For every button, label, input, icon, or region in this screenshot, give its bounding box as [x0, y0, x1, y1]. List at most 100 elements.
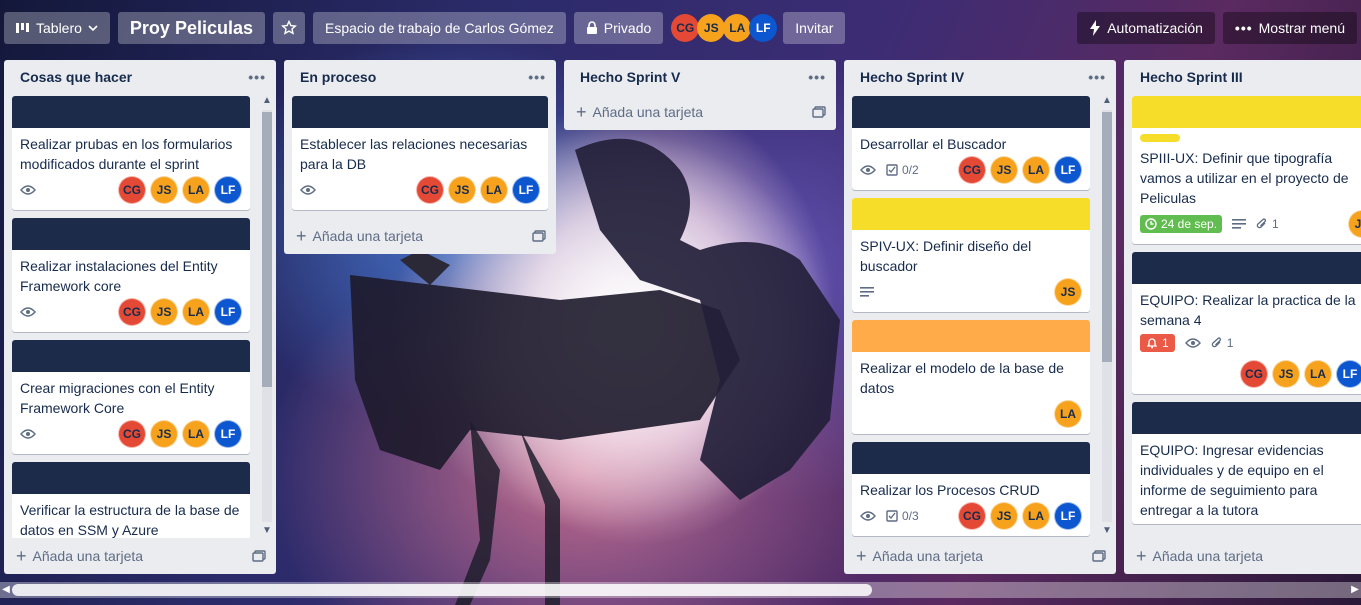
- list-menu-icon[interactable]: •••: [808, 69, 826, 85]
- avatar[interactable]: JS: [1054, 278, 1082, 306]
- avatar[interactable]: LF: [749, 14, 778, 42]
- add-card-label: Añada una tarjeta: [592, 104, 704, 120]
- attachment-badge: 1: [1211, 336, 1233, 350]
- avatar[interactable]: JS: [990, 502, 1018, 530]
- due-date-badge[interactable]: 24 de sep.: [1140, 215, 1223, 233]
- list-menu-icon[interactable]: •••: [528, 69, 546, 85]
- list-scrollbar[interactable]: ▲ ▼: [1100, 94, 1114, 538]
- scroll-right-icon[interactable]: ▶: [1349, 582, 1361, 598]
- avatar[interactable]: JS: [1348, 210, 1361, 238]
- card-title: Realizar instalaciones del Entity Framew…: [20, 258, 218, 294]
- visibility-button[interactable]: Privado: [573, 12, 664, 44]
- star-board-button[interactable]: [273, 12, 305, 44]
- list-title[interactable]: Cosas que hacer: [20, 69, 132, 85]
- avatar[interactable]: CG: [1240, 360, 1268, 388]
- card-template-icon[interactable]: [532, 230, 546, 242]
- avatar[interactable]: CG: [671, 14, 700, 42]
- avatar[interactable]: LA: [182, 298, 210, 326]
- card[interactable]: EQUIPO: Realizar la practica de la seman…: [1132, 252, 1361, 394]
- card[interactable]: Establecer las relaciones necesarias par…: [292, 96, 548, 210]
- board-title-button[interactable]: Proy Peliculas: [117, 12, 265, 44]
- checklist-count: 0/2: [902, 163, 919, 177]
- avatar[interactable]: LA: [182, 420, 210, 448]
- avatar[interactable]: LA: [480, 176, 508, 204]
- card-cover: [852, 442, 1090, 474]
- avatar[interactable]: LF: [1054, 502, 1082, 530]
- avatar[interactable]: CG: [118, 298, 146, 326]
- scrollbar-thumb[interactable]: [12, 584, 872, 596]
- avatar[interactable]: LF: [1054, 156, 1082, 184]
- checklist-icon: [886, 510, 898, 522]
- list-hecho-sprint-v: Hecho Sprint V ••• + Añada una tarjeta: [564, 60, 836, 130]
- avatar[interactable]: LF: [214, 298, 242, 326]
- avatar[interactable]: JS: [697, 14, 726, 42]
- card[interactable]: Realizar prubas en los formularios modif…: [12, 96, 250, 210]
- card-template-icon[interactable]: [1092, 550, 1106, 562]
- add-card-button[interactable]: + Añada una tarjeta: [844, 538, 1116, 574]
- list-title[interactable]: Hecho Sprint III: [1140, 69, 1243, 85]
- avatar[interactable]: CG: [416, 176, 444, 204]
- add-card-button[interactable]: + Añada una tarjeta: [564, 94, 836, 130]
- list-cards: Realizar prubas en los formularios modif…: [4, 94, 276, 538]
- card-template-icon[interactable]: [812, 106, 826, 118]
- list-title[interactable]: En proceso: [300, 69, 376, 85]
- avatar[interactable]: CG: [958, 156, 986, 184]
- avatar[interactable]: LA: [1304, 360, 1332, 388]
- avatar[interactable]: LF: [1336, 360, 1361, 388]
- invite-button[interactable]: Invitar: [783, 12, 846, 44]
- avatar[interactable]: CG: [118, 176, 146, 204]
- avatar[interactable]: LA: [1054, 400, 1082, 428]
- scroll-up-icon[interactable]: ▲: [1100, 94, 1114, 108]
- avatar[interactable]: LF: [214, 176, 242, 204]
- avatar[interactable]: JS: [150, 298, 178, 326]
- add-card-button[interactable]: + Añada una tarjeta: [284, 218, 556, 254]
- list-menu-icon[interactable]: •••: [1088, 69, 1106, 85]
- list-title[interactable]: Hecho Sprint V: [580, 69, 680, 85]
- scroll-left-icon[interactable]: ◀: [0, 582, 12, 598]
- avatar[interactable]: LA: [1022, 502, 1050, 530]
- list-scrollbar[interactable]: ▲ ▼: [260, 94, 274, 538]
- card[interactable]: SPIII-UX: Definir que tipografía vamos a…: [1132, 96, 1361, 244]
- card-title: EQUIPO: Realizar la practica de la seman…: [1140, 292, 1356, 328]
- list-title[interactable]: Hecho Sprint IV: [860, 69, 964, 85]
- add-card-button[interactable]: + Añada una tarjeta: [4, 538, 276, 574]
- avatar[interactable]: LA: [182, 176, 210, 204]
- scroll-up-icon[interactable]: ▲: [260, 94, 274, 108]
- description-icon: [1232, 219, 1247, 229]
- avatar[interactable]: LF: [512, 176, 540, 204]
- avatar[interactable]: LA: [1022, 156, 1050, 184]
- card[interactable]: Realizar el modelo de la base de datos L…: [852, 320, 1090, 434]
- avatar[interactable]: CG: [118, 420, 146, 448]
- avatar[interactable]: JS: [1272, 360, 1300, 388]
- avatar[interactable]: JS: [990, 156, 1018, 184]
- card[interactable]: Verificar la estructura de la base de da…: [12, 462, 250, 538]
- avatar[interactable]: LA: [723, 14, 752, 42]
- workspace-button[interactable]: Espacio de trabajo de Carlos Gómez: [313, 12, 566, 44]
- card-title: EQUIPO: Ingresar evidencias individuales…: [1140, 442, 1324, 518]
- card-cover: [852, 320, 1090, 352]
- list-cards: SPIII-UX: Definir que tipografía vamos a…: [1124, 94, 1361, 538]
- avatar[interactable]: JS: [150, 420, 178, 448]
- avatar[interactable]: JS: [448, 176, 476, 204]
- card[interactable]: SPIV-UX: Definir diseño del buscador JS: [852, 198, 1090, 312]
- list-hecho-sprint-iv: Hecho Sprint IV ••• Desarrollar el Busca…: [844, 60, 1116, 574]
- avatar[interactable]: JS: [150, 176, 178, 204]
- board-title: Proy Peliculas: [129, 17, 253, 38]
- board-horizontal-scrollbar[interactable]: ◀ ▶: [0, 582, 1361, 598]
- list-menu-icon[interactable]: •••: [248, 69, 266, 85]
- card[interactable]: Realizar los Procesos CRUD 0/3 CG JS LA …: [852, 442, 1090, 536]
- card[interactable]: EQUIPO: Ingresar evidencias individuales…: [1132, 402, 1361, 524]
- avatar[interactable]: LF: [214, 420, 242, 448]
- card[interactable]: Realizar instalaciones del Entity Framew…: [12, 218, 250, 332]
- scroll-down-icon[interactable]: ▼: [1100, 524, 1114, 538]
- automation-button[interactable]: Automatización: [1077, 12, 1215, 44]
- scroll-down-icon[interactable]: ▼: [260, 524, 274, 538]
- show-menu-button[interactable]: ••• Mostrar menú: [1222, 12, 1357, 44]
- card[interactable]: Crear migraciones con el Entity Framewor…: [12, 340, 250, 454]
- list-en-proceso: En proceso ••• Establecer las relaciones…: [284, 60, 556, 254]
- card-template-icon[interactable]: [252, 550, 266, 562]
- add-card-button[interactable]: + Añada una tarjeta: [1124, 538, 1361, 574]
- board-view-switcher[interactable]: Tablero: [4, 12, 110, 44]
- card[interactable]: Desarrollar el Buscador 0/2 CG JS LA LF: [852, 96, 1090, 190]
- avatar[interactable]: CG: [958, 502, 986, 530]
